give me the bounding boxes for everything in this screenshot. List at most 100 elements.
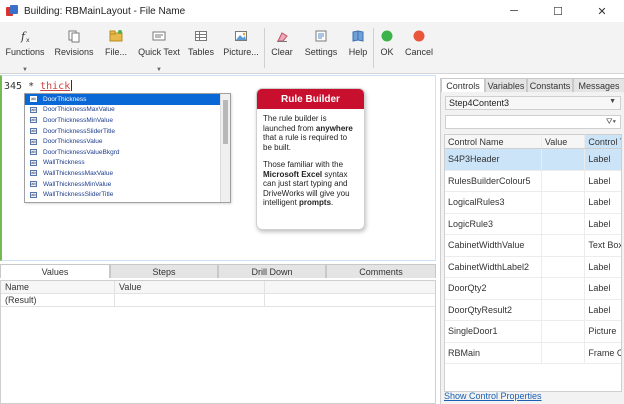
autocomplete-item[interactable]: ab DoorThicknessValueBkgrd [25,147,221,158]
autocomplete-item[interactable]: ab DoorThicknessMaxValue [25,105,221,116]
picture-icon [233,28,249,44]
control-icon: ab [30,96,37,103]
filter-icon[interactable]: ⛛▾ [606,117,616,127]
rule-builder-title: Rule Builder [257,89,364,109]
result-value [115,294,265,306]
tables-button[interactable]: Tables [184,22,218,74]
control-icon: ab [30,128,37,135]
controls-table-header: Control Name Value Control Type [445,135,621,149]
rule-builder-callout: Rule Builder The rule builder is launche… [256,88,365,230]
minimize-button[interactable]: ─ [492,0,536,22]
scrollbar-thumb[interactable] [223,100,228,144]
column-header-control-type[interactable]: Control Type [585,135,621,148]
tab-messages[interactable]: Messages [573,78,624,92]
autocomplete-item[interactable]: ab WallThicknessMaxValue [25,168,221,179]
function-icon: fx [17,28,33,44]
clear-label: Clear [271,47,293,57]
ribbon-toolbar: fx Functions ▼ Revisions File... Quick T… [0,22,624,74]
ok-button[interactable]: OK [374,22,400,74]
table-row[interactable]: S4P3Header Label [445,149,621,171]
autocomplete-list[interactable]: ab DoorThickness ab DoorThicknessMaxValue … [24,93,231,203]
control-icon: ab [30,170,37,177]
expression-prefix: 345 * [4,81,41,92]
tab-controls[interactable]: Controls [441,78,485,92]
chevron-down-icon: ▼ [609,98,616,105]
table-row[interactable]: CabinetWidthLabel2 Label [445,256,621,278]
close-button[interactable]: ✕ [580,0,624,22]
control-icon: ab [30,117,37,124]
tab-comments[interactable]: Comments [326,264,436,278]
file-label: File... [104,47,127,57]
cancel-button[interactable]: Cancel [400,22,438,74]
controls-table: Control Name Value Control Type S4P3Head… [444,134,622,392]
quick-text-icon [151,28,167,44]
rule-builder-paragraph-1: The rule builder is launched from anywhe… [263,114,353,152]
autocomplete-item[interactable]: ab DoorThicknessMinValue [25,115,221,126]
autocomplete-scrollbar[interactable] [220,94,230,202]
right-tab-bar: Controls Variables Constants Messages [441,78,624,92]
tab-constants[interactable]: Constants [527,78,573,92]
autocomplete-item[interactable]: ab WallThicknessMinValue [25,179,221,190]
column-header-name[interactable]: Name [1,281,115,293]
table-row[interactable]: LogicRule3 Label [445,213,621,235]
column-header-value[interactable]: Value [115,281,265,293]
autocomplete-item[interactable]: ab WallThickness [25,158,221,169]
control-icon: ab [30,191,37,198]
settings-label: Settings [304,47,338,57]
autocomplete-item[interactable]: ab DoorThicknessValue [25,136,221,147]
autocomplete-item[interactable]: ab WallThicknessSliderTitle [25,189,221,200]
clear-icon [274,28,290,44]
table-row[interactable]: LogicalRules3 Label [445,192,621,214]
functions-button[interactable]: fx Functions ▼ [0,22,50,74]
tab-variables[interactable]: Variables [485,78,527,92]
revisions-label: Revisions [54,47,94,57]
table-row[interactable]: (Result) [1,294,435,307]
picture-button[interactable]: Picture... [218,22,264,74]
autocomplete-item[interactable]: ab DoorThickness [25,94,221,105]
rule-expression[interactable]: 345 * thick [4,80,73,92]
revisions-icon [66,28,82,44]
help-button[interactable]: Help [343,22,373,74]
tab-steps[interactable]: Steps [110,264,218,278]
settings-button[interactable]: Settings [299,22,343,74]
show-control-properties-link[interactable]: Show Control Properties [444,391,542,401]
table-icon [193,28,209,44]
rule-builder-body: The rule builder is launched from anywhe… [257,109,364,221]
result-name: (Result) [1,294,115,306]
revisions-button[interactable]: Revisions [50,22,98,74]
table-row[interactable]: RulesBuilderColour5 Label [445,170,621,192]
table-row[interactable]: DoorQty2 Label [445,278,621,300]
control-icon: ab [30,159,37,166]
tab-values[interactable]: Values [0,264,110,278]
column-header-value[interactable]: Value [542,135,586,148]
window-controls: ─ ☐ ✕ [492,0,624,22]
cancel-icon [411,28,427,44]
quick-text-button[interactable]: Quick Text ▼ [134,22,184,74]
title-bar: Building: RBMainLayout - File Name ─ ☐ ✕ [0,0,624,22]
ok-label: OK [380,47,394,57]
file-button[interactable]: File... [98,22,134,74]
window-title: Building: RBMainLayout - File Name [24,5,186,17]
autocomplete-items: ab DoorThickness ab DoorThicknessMaxValue … [25,94,221,200]
maximize-button[interactable]: ☐ [536,0,580,22]
values-grid: Name Value (Result) [0,280,436,404]
values-grid-header: Name Value [1,281,435,294]
control-icon: ab [30,149,37,156]
table-row[interactable]: SingleDoor1 Picture [445,321,621,343]
chevron-down-icon: ▼ [156,67,162,73]
functions-label: Functions [5,47,45,57]
autocomplete-item[interactable]: ab DoorThicknessSliderTitle [25,126,221,137]
tab-drill-down[interactable]: Drill Down [218,264,326,278]
form-selector-value: Step4Content3 [449,98,510,108]
help-icon [350,28,366,44]
column-header-control-name[interactable]: Control Name [445,135,542,148]
controls-search-input[interactable]: ⛛▾ [445,115,621,129]
table-row[interactable]: DoorQtyResult2 Label [445,299,621,321]
bottom-tab-bar: Values Steps Drill Down Comments [0,264,436,278]
clear-button[interactable]: Clear [265,22,299,74]
form-selector-dropdown[interactable]: Step4Content3 ▼ [445,96,621,110]
rule-editor[interactable]: 345 * thick ab DoorThickness ab DoorThickn… [0,75,436,261]
table-row[interactable]: RBMainFrame Control [445,342,621,364]
svg-text:x: x [26,37,30,43]
table-row[interactable]: CabinetWidthValue Text Box [445,235,621,257]
